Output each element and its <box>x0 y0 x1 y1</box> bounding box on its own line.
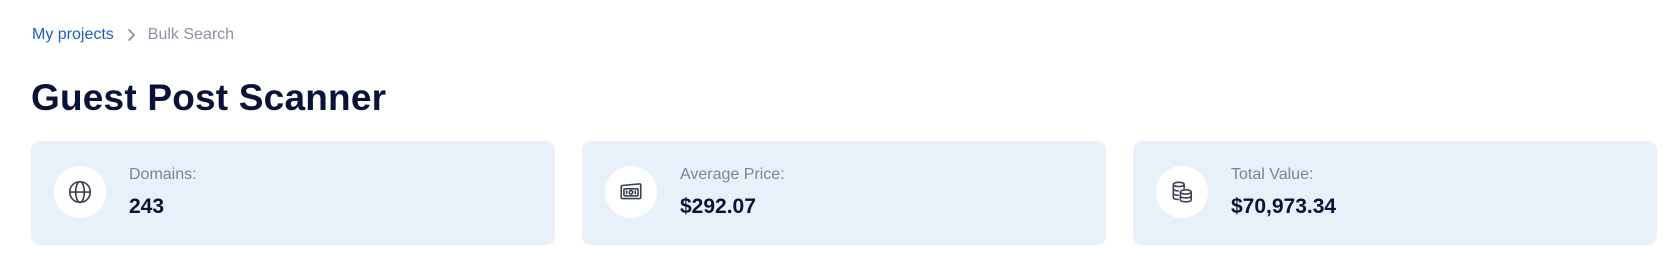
globe-icon <box>54 166 106 218</box>
page-title: Guest Post Scanner <box>31 77 387 118</box>
coins-icon <box>1156 166 1208 218</box>
stat-card-total-value: Total Value: $70,973.34 <box>1133 141 1657 245</box>
stat-value: $292.07 <box>680 195 756 218</box>
stat-value: $70,973.34 <box>1231 195 1337 218</box>
breadcrumb-link-my-projects[interactable]: My projects <box>32 26 114 44</box>
banknote-icon <box>605 166 657 218</box>
stat-label: Domains: <box>129 166 197 183</box>
stat-card-average-price: Average Price: $292.07 <box>582 141 1106 245</box>
stats-row: Domains: 243 Average Price: $292.07 Tota… <box>31 141 1657 245</box>
stat-label: Total Value: <box>1231 166 1314 183</box>
stat-label: Average Price: <box>680 166 785 183</box>
chevron-right-icon <box>114 26 148 44</box>
breadcrumb: My projects Bulk Search <box>32 24 234 46</box>
stat-value: 243 <box>129 195 165 218</box>
stat-card-domains: Domains: 243 <box>31 141 555 245</box>
breadcrumb-current: Bulk Search <box>147 26 235 43</box>
